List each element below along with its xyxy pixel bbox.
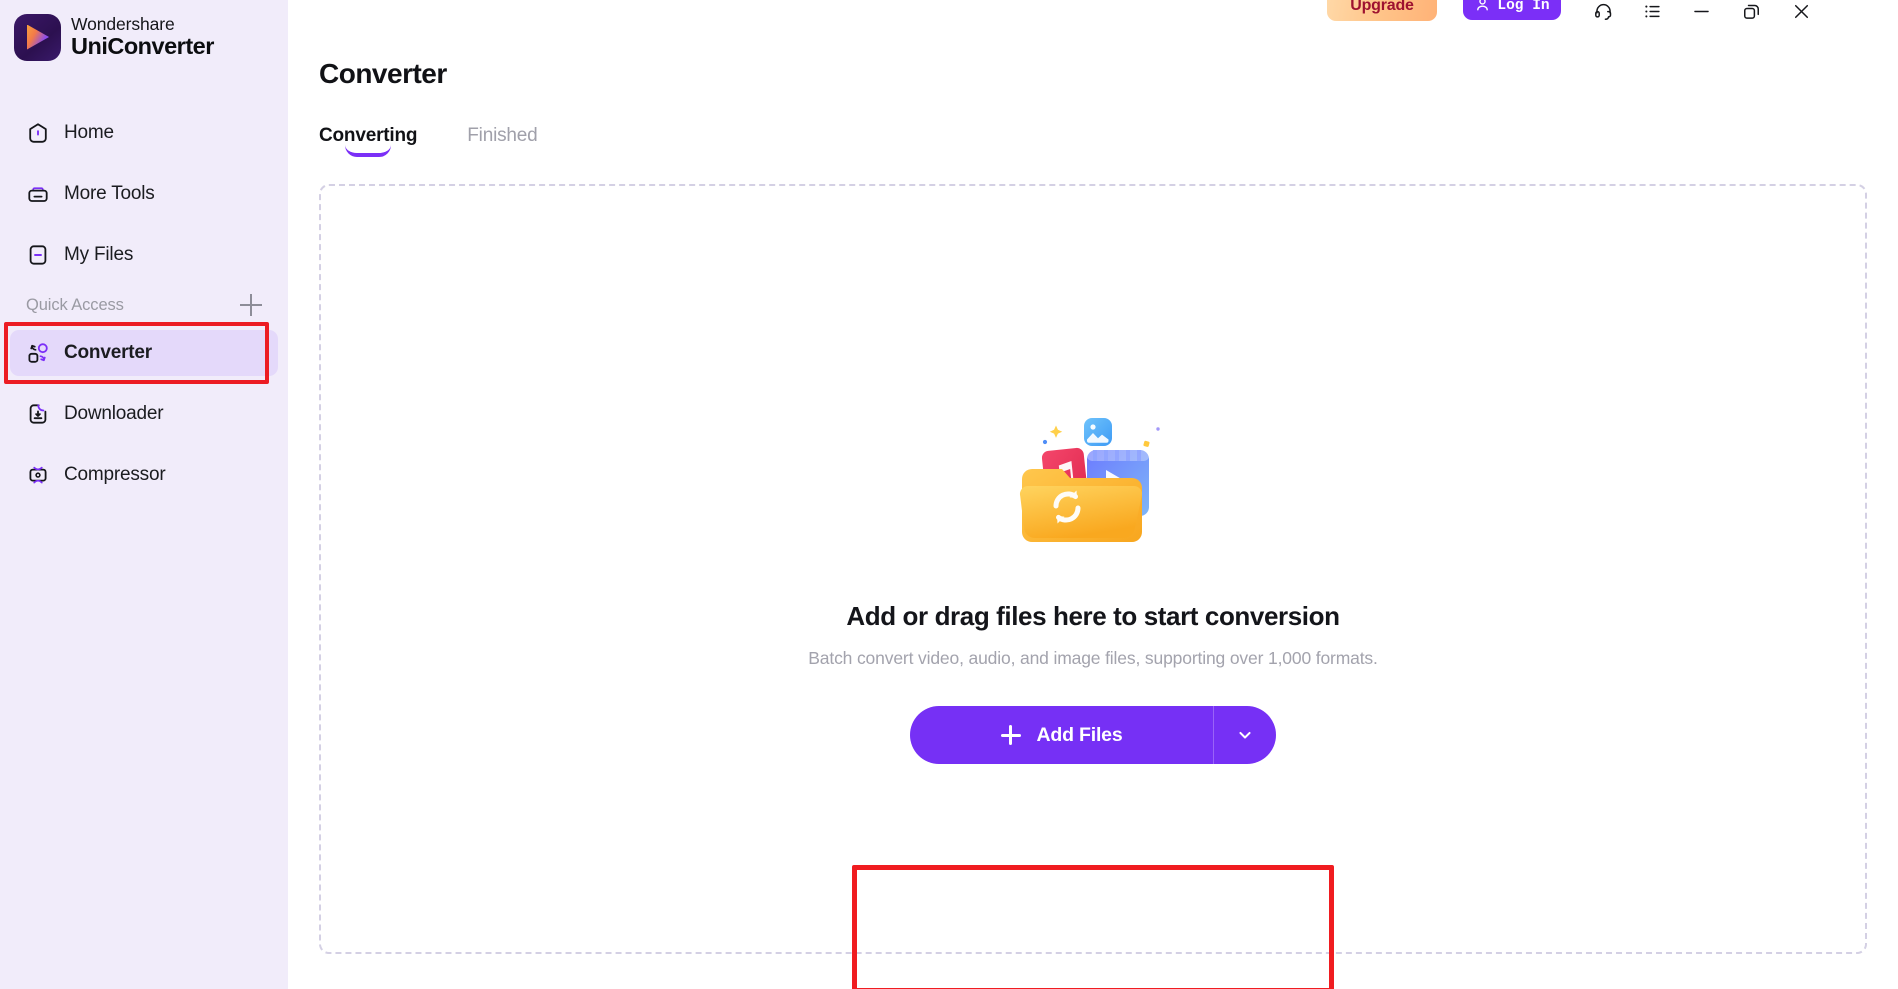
list-menu-icon[interactable] xyxy=(1635,0,1669,26)
sidebar-item-compressor[interactable]: Compressor xyxy=(10,452,278,498)
upgrade-label: Upgrade xyxy=(1350,0,1414,14)
add-files-button[interactable]: Add Files xyxy=(910,706,1214,764)
plus-icon xyxy=(1000,725,1021,745)
sidebar-item-more-tools[interactable]: More Tools xyxy=(10,171,278,217)
sidebar-item-downloader[interactable]: Downloader xyxy=(10,391,278,437)
sidebar-item-label: Downloader xyxy=(64,403,164,424)
play-logo-icon xyxy=(14,13,61,61)
window-titlebar: Upgrade Log In xyxy=(288,0,1898,34)
sidebar-item-converter[interactable]: Converter xyxy=(10,330,278,376)
dropzone-subtitle: Batch convert video, audio, and image fi… xyxy=(808,648,1378,668)
brand-line-2: UniConverter xyxy=(71,33,214,59)
close-icon[interactable] xyxy=(1784,0,1818,26)
tab-converting[interactable]: Converting xyxy=(319,125,417,157)
tab-active-underline xyxy=(345,145,392,157)
brand-line-1: Wondershare xyxy=(71,13,175,34)
quick-access-label: Quick Access xyxy=(26,295,124,314)
tab-label: Converting xyxy=(319,125,418,146)
login-button[interactable]: Log In xyxy=(1463,0,1561,20)
sidebar-item-label: My Files xyxy=(64,244,134,265)
add-files-label: Add Files xyxy=(1036,723,1123,746)
add-files-dropdown-button[interactable] xyxy=(1214,706,1276,764)
sidebar-item-my-files[interactable]: My Files xyxy=(10,232,278,278)
login-label: Log In xyxy=(1497,0,1550,14)
convert-icon xyxy=(28,343,48,363)
brand-logo-area: Wondershare UniConverter xyxy=(14,8,284,66)
main-content: Converter Converting Finished Add or dra… xyxy=(288,34,1898,989)
brand-text: Wondershare UniConverter xyxy=(71,13,214,59)
compress-icon xyxy=(29,466,47,484)
file-icon xyxy=(29,245,47,265)
highlight-box-add-files xyxy=(852,865,1334,989)
dropzone-title: Add or drag files here to start conversi… xyxy=(846,601,1340,631)
quick-access-header: Quick Access xyxy=(26,292,262,318)
tab-finished[interactable]: Finished xyxy=(467,125,537,157)
file-dropzone[interactable]: Add or drag files here to start conversi… xyxy=(319,184,1867,989)
sidebar: Wondershare UniConverter Home More Tools xyxy=(0,0,288,989)
sidebar-item-label: More Tools xyxy=(64,183,155,204)
toolbox-icon xyxy=(28,187,48,202)
restore-icon[interactable] xyxy=(1734,0,1768,26)
sidebar-item-label: Home xyxy=(64,122,114,143)
home-icon xyxy=(29,123,47,143)
plus-icon[interactable] xyxy=(240,294,262,316)
upgrade-button[interactable]: Upgrade xyxy=(1327,0,1437,21)
tab-label: Finished xyxy=(467,125,538,146)
tab-bar: Converting Finished xyxy=(319,125,538,157)
page-title: Converter xyxy=(319,58,447,89)
chevron-down-icon xyxy=(1239,731,1251,739)
download-icon xyxy=(29,404,47,424)
sidebar-item-label: Compressor xyxy=(64,464,166,485)
add-files-button-group: Add Files xyxy=(910,706,1276,764)
minimize-icon[interactable] xyxy=(1684,0,1718,26)
sidebar-item-label: Converter xyxy=(64,342,152,363)
sidebar-item-home[interactable]: Home xyxy=(10,110,278,156)
app-window: Wondershare UniConverter Home More Tools xyxy=(0,0,1898,989)
headset-icon[interactable] xyxy=(1586,0,1620,26)
user-icon xyxy=(1477,0,1489,10)
folder-media-files-illustration xyxy=(1019,418,1160,542)
